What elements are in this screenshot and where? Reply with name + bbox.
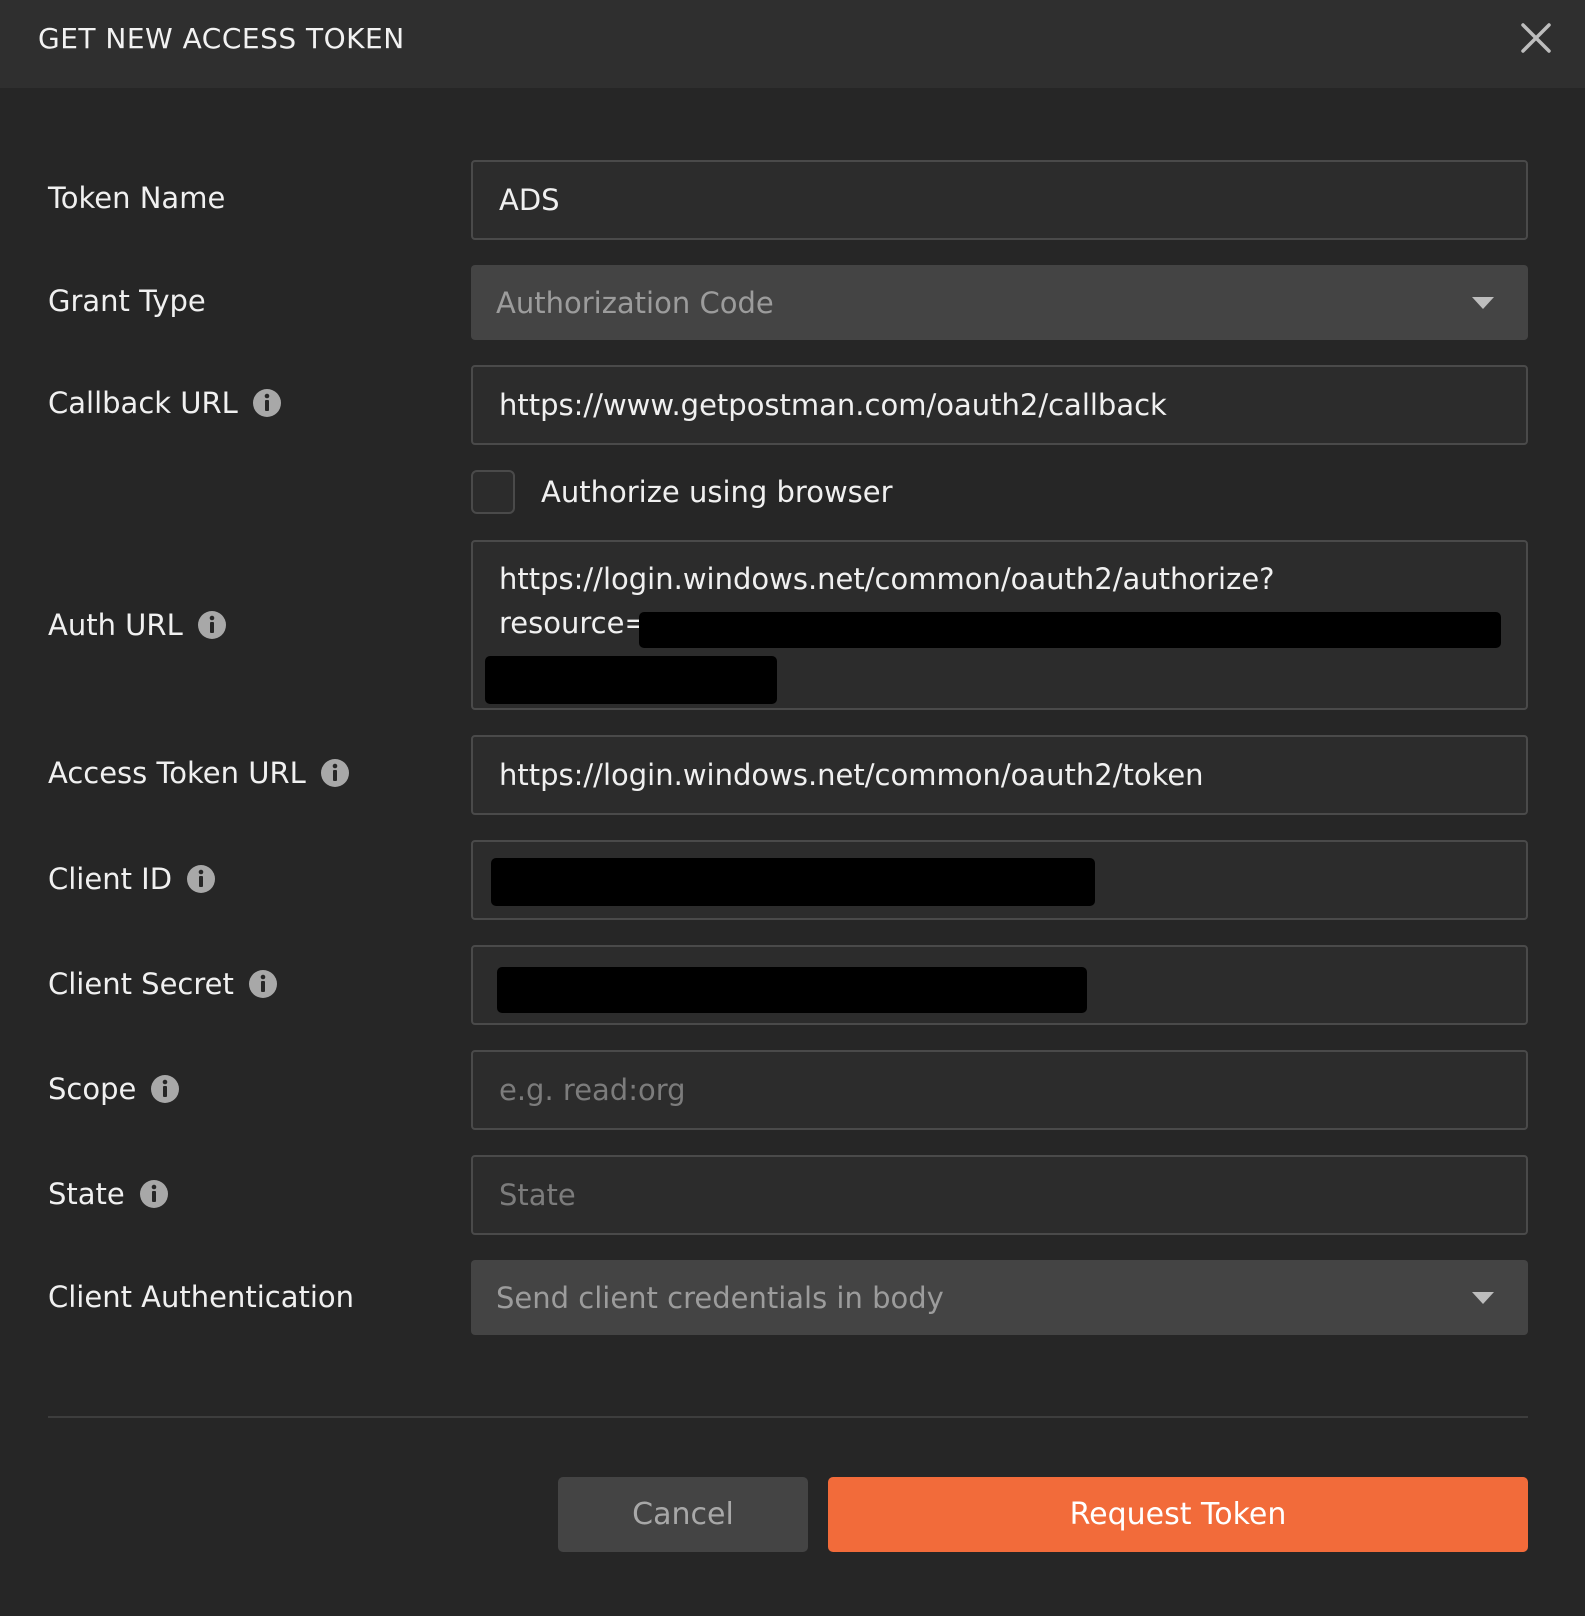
grant-type-select[interactable]: Authorization Code — [471, 265, 1528, 340]
chevron-down-icon — [1472, 296, 1494, 309]
client-id-input[interactable] — [471, 840, 1528, 920]
auth-url-textarea[interactable]: https://login.windows.net/common/oauth2/… — [471, 540, 1528, 710]
auth-url-label-text: Auth URL — [48, 608, 183, 642]
callback-url-label: Callback URL — [48, 386, 282, 420]
scope-input[interactable]: e.g. read:org — [471, 1050, 1528, 1130]
grant-type-label: Grant Type — [48, 284, 206, 318]
authorize-browser-label: Authorize using browser — [541, 475, 893, 509]
info-icon[interactable] — [252, 388, 282, 418]
redacted-block — [485, 656, 777, 704]
close-button[interactable] — [1516, 18, 1556, 58]
request-token-button[interactable]: Request Token — [828, 1477, 1528, 1552]
info-icon[interactable] — [139, 1179, 169, 1209]
access-token-dialog: GET NEW ACCESS TOKEN Token Name ADS Gran… — [0, 0, 1585, 1616]
client-auth-label: Client Authentication — [48, 1280, 354, 1314]
token-name-label-text: Token Name — [48, 181, 226, 215]
auth-url-label: Auth URL — [48, 608, 227, 642]
auth-url-line2: resource= — [499, 606, 649, 640]
redacted-block — [497, 967, 1087, 1013]
auth-url-line1: https://login.windows.net/common/oauth2/… — [499, 562, 1275, 596]
chevron-down-icon — [1472, 1291, 1494, 1304]
token-name-value: ADS — [499, 183, 560, 217]
info-icon[interactable] — [320, 758, 350, 788]
footer-divider — [48, 1416, 1528, 1418]
redacted-block — [639, 612, 1501, 648]
client-auth-select[interactable]: Send client credentials in body — [471, 1260, 1528, 1335]
info-icon[interactable] — [186, 864, 216, 894]
close-icon — [1521, 23, 1551, 53]
state-label-text: State — [48, 1177, 125, 1211]
state-label: State — [48, 1177, 169, 1211]
authorize-browser-checkbox[interactable] — [471, 470, 515, 514]
scope-placeholder: e.g. read:org — [499, 1073, 686, 1107]
grant-type-value: Authorization Code — [496, 285, 774, 320]
client-secret-label-text: Client Secret — [48, 967, 234, 1001]
scope-label: Scope — [48, 1072, 180, 1106]
client-id-label-text: Client ID — [48, 862, 173, 896]
client-secret-label: Client Secret — [48, 967, 278, 1001]
cancel-button[interactable]: Cancel — [558, 1477, 808, 1552]
token-name-label: Token Name — [48, 181, 225, 215]
access-token-url-label-text: Access Token URL — [48, 756, 306, 790]
access-token-url-value: https://login.windows.net/common/oauth2/… — [499, 758, 1204, 792]
dialog-header: GET NEW ACCESS TOKEN — [0, 0, 1585, 88]
info-icon[interactable] — [150, 1074, 180, 1104]
client-secret-input[interactable] — [471, 945, 1528, 1025]
client-auth-value: Send client credentials in body — [496, 1280, 944, 1315]
callback-url-input[interactable]: https://www.getpostman.com/oauth2/callba… — [471, 365, 1528, 445]
callback-url-label-text: Callback URL — [48, 386, 238, 420]
state-placeholder: State — [499, 1178, 576, 1212]
scope-label-text: Scope — [48, 1072, 137, 1106]
info-icon[interactable] — [197, 610, 227, 640]
callback-url-value: https://www.getpostman.com/oauth2/callba… — [499, 388, 1167, 422]
state-input[interactable]: State — [471, 1155, 1528, 1235]
dialog-title: GET NEW ACCESS TOKEN — [38, 22, 405, 55]
redacted-block — [491, 858, 1095, 906]
client-id-label: Client ID — [48, 862, 216, 896]
client-auth-label-text: Client Authentication — [48, 1280, 355, 1314]
token-name-input[interactable]: ADS — [471, 160, 1528, 240]
access-token-url-input[interactable]: https://login.windows.net/common/oauth2/… — [471, 735, 1528, 815]
access-token-url-label: Access Token URL — [48, 756, 350, 790]
grant-type-label-text: Grant Type — [48, 284, 206, 318]
info-icon[interactable] — [248, 969, 278, 999]
